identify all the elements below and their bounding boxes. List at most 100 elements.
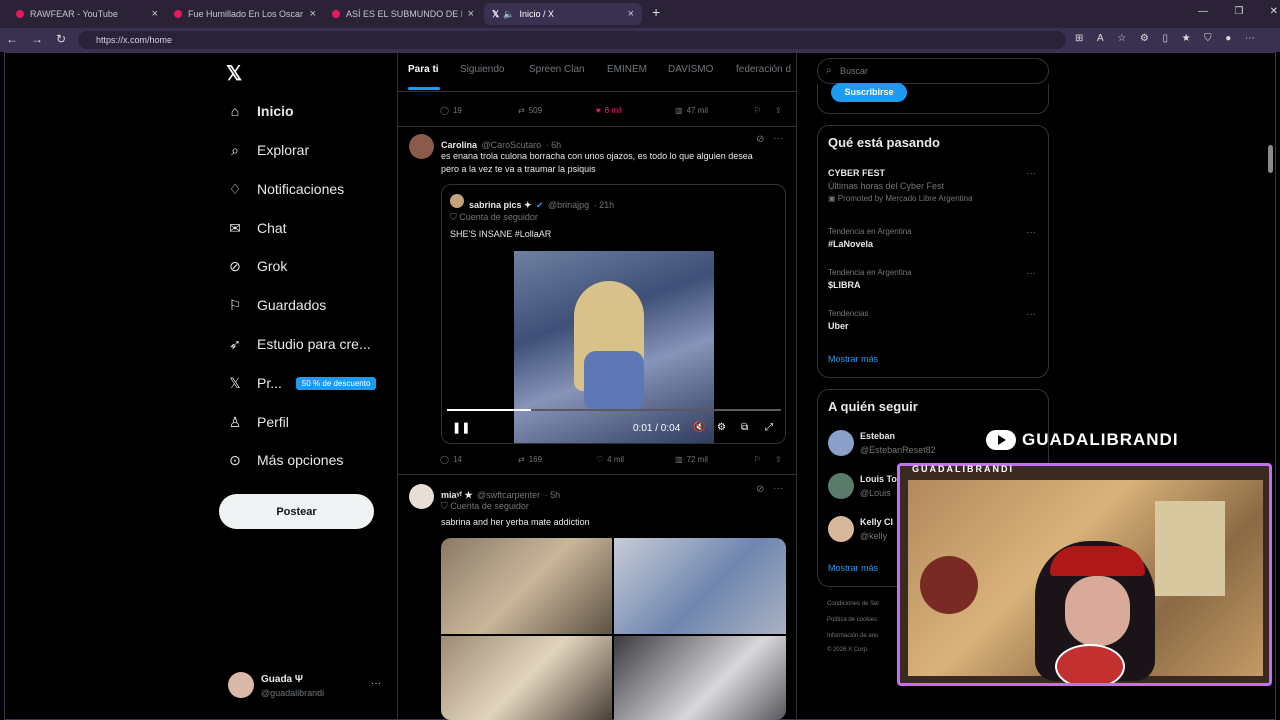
post-time[interactable]: · 6h: [546, 140, 562, 150]
grok-icon[interactable]: ⊘: [756, 484, 764, 495]
footer-link[interactable]: Política de cookies: [827, 617, 877, 623]
url-bar[interactable]: https://x.com/home: [78, 31, 1066, 49]
avatar[interactable]: [409, 134, 434, 159]
trend-item[interactable]: CYBER FEST Últimas horas del Cyber Fest …: [828, 168, 1040, 203]
browser-tab-active[interactable]: 𝕏 🔈 Inicio / X ×: [484, 3, 642, 25]
tab-federacion[interactable]: federación d: [736, 64, 791, 75]
avatar[interactable]: [409, 484, 434, 509]
quoted-post[interactable]: sabrina pics ✦ ✔ @brinajpg · 21h ⛉ Cuent…: [441, 184, 786, 444]
reply-button[interactable]: ◯ 14: [440, 455, 462, 464]
repost-button[interactable]: ⇄ 509: [518, 106, 542, 115]
forward-icon[interactable]: →: [29, 32, 45, 46]
sidebar-item-mas-opciones[interactable]: ⊙ Más opciones: [226, 445, 343, 475]
reply-button[interactable]: ◯ 19: [440, 106, 462, 115]
sidebar-item-estudio[interactable]: ➶ Estudio para cre...: [226, 329, 371, 359]
close-tab-icon[interactable]: ×: [628, 8, 634, 20]
tab-siguiendo[interactable]: Siguiendo: [460, 64, 504, 75]
sidebar-item-inicio[interactable]: ⌂ Inicio: [226, 96, 294, 126]
sidebar-item-grok[interactable]: ⊘ Grok: [226, 251, 287, 281]
pip-icon[interactable]: ⧉: [741, 422, 748, 433]
reload-icon[interactable]: ↻: [53, 32, 69, 46]
author-name[interactable]: Carolina: [441, 140, 477, 150]
media-image[interactable]: [441, 636, 612, 720]
scrollbar-thumb[interactable]: [1268, 145, 1273, 173]
media-image[interactable]: [441, 538, 612, 634]
trend-item[interactable]: Tendencias Uber ···: [828, 309, 1040, 331]
sidebar-item-chat[interactable]: ✉ Chat: [226, 213, 286, 243]
speaker-icon[interactable]: 🔈: [503, 9, 514, 20]
share-button[interactable]: ⇪: [775, 455, 782, 464]
mute-icon[interactable]: 🔇: [693, 422, 705, 433]
back-icon[interactable]: ←: [4, 32, 20, 46]
trend-item[interactable]: Tendencia en Argentina #LaNovela ···: [828, 227, 1040, 249]
post-button[interactable]: Postear: [219, 494, 374, 529]
grok-icon[interactable]: ⊘: [756, 134, 764, 145]
like-button[interactable]: ♡ 4 mil: [596, 455, 624, 464]
divider: [398, 91, 796, 92]
apps-icon[interactable]: ⊞: [1075, 33, 1083, 44]
tab-eminem[interactable]: EMINEM: [607, 64, 647, 75]
split-icon[interactable]: ▯: [1162, 33, 1168, 44]
favorite-star-icon[interactable]: ☆: [1117, 33, 1126, 44]
search-input[interactable]: ⌕ Buscar: [817, 58, 1049, 84]
browser-tab[interactable]: Fue Humillado En Los Oscar - You ×: [166, 3, 324, 25]
close-tab-icon[interactable]: ×: [152, 8, 158, 20]
sidebar-item-premium[interactable]: 𝕏 Pr... 50 % de descuento: [226, 368, 377, 398]
like-button[interactable]: ♥ 6 mil: [596, 106, 622, 115]
close-tab-icon[interactable]: ×: [468, 8, 474, 20]
repost-button[interactable]: ⇄ 169: [518, 455, 542, 464]
close-window-icon[interactable]: ✕: [1270, 6, 1278, 17]
collections-icon[interactable]: ★: [1182, 33, 1191, 44]
pause-icon[interactable]: ❚❚: [452, 421, 470, 434]
more-icon[interactable]: ···: [1026, 227, 1036, 238]
more-icon[interactable]: ···: [1026, 168, 1036, 179]
views-button[interactable]: ▥ 72 mil: [675, 455, 708, 464]
more-icon[interactable]: ···: [1026, 268, 1036, 279]
extensions-icon[interactable]: ⚙: [1140, 33, 1149, 44]
close-tab-icon[interactable]: ×: [310, 8, 316, 20]
account-switcher[interactable]: Guada Ψ @guadalibrandi ···: [228, 672, 388, 702]
video-player[interactable]: ❚❚ 0:01 / 0:04 🔇 ⚙ ⧉ ⤢: [442, 251, 785, 443]
media-image[interactable]: [614, 538, 786, 634]
more-icon[interactable]: ···: [371, 678, 381, 689]
views-button[interactable]: ▥ 47 mil: [675, 106, 708, 115]
x-logo-icon[interactable]: 𝕏: [226, 61, 242, 86]
fullscreen-icon[interactable]: ⤢: [765, 422, 773, 433]
sidebar-item-perfil[interactable]: ♙ Perfil: [226, 407, 289, 437]
menu-icon[interactable]: ⋯: [1245, 33, 1255, 44]
author-handle[interactable]: @swftcarpenter: [477, 490, 540, 500]
browser-tab[interactable]: RAWFEAR - YouTube ×: [8, 3, 166, 25]
trend-item[interactable]: Tendencia en Argentina $LIBRA ···: [828, 268, 1040, 290]
follower-label: ⛉ Cuenta de seguidor: [441, 501, 529, 512]
tab-para-ti[interactable]: Para ti: [408, 64, 439, 75]
sidebar-item-guardados[interactable]: ⚐ Guardados: [226, 290, 327, 320]
sidebar-item-explorar[interactable]: ⌕ Explorar: [226, 135, 309, 165]
bookmark-button[interactable]: ⚐: [754, 455, 761, 464]
author-name[interactable]: miaᵞᶠ ★: [441, 490, 473, 500]
bookmark-button[interactable]: ⚐: [754, 106, 761, 115]
footer-link[interactable]: Información de anu: [827, 633, 878, 639]
post-time[interactable]: · 5h: [545, 490, 561, 500]
sidebar-item-notificaciones[interactable]: ♢ Notificaciones: [226, 174, 344, 204]
show-more-link[interactable]: Mostrar más: [828, 563, 878, 573]
media-image[interactable]: [614, 636, 786, 720]
profile-icon[interactable]: ●: [1225, 33, 1231, 44]
video-progress-track[interactable]: [447, 409, 781, 411]
tab-davismo[interactable]: DAVISMO: [668, 64, 713, 75]
read-aloud-icon[interactable]: A: [1097, 33, 1104, 44]
shield-icon[interactable]: ⛉: [1204, 33, 1212, 44]
restore-icon[interactable]: ❐: [1234, 6, 1243, 17]
new-tab-button[interactable]: +: [652, 4, 660, 20]
browser-tab[interactable]: ASÍ ES EL SUBMUNDO DE RIO DE ×: [324, 3, 482, 25]
more-icon[interactable]: ···: [1026, 309, 1036, 320]
tab-spreen-clan[interactable]: Spreen Clan: [529, 64, 585, 75]
show-more-link[interactable]: Mostrar más: [828, 354, 878, 364]
subscribe-button[interactable]: Suscribirse: [831, 83, 907, 102]
more-icon[interactable]: ···: [773, 483, 783, 494]
share-button[interactable]: ⇪: [775, 106, 782, 115]
minimize-icon[interactable]: —: [1198, 6, 1208, 17]
author-handle[interactable]: @CaroScutaro: [481, 140, 541, 150]
settings-icon[interactable]: ⚙: [717, 422, 726, 433]
more-icon[interactable]: ···: [773, 133, 783, 144]
footer-link[interactable]: Condiciones de Ser: [827, 601, 879, 607]
